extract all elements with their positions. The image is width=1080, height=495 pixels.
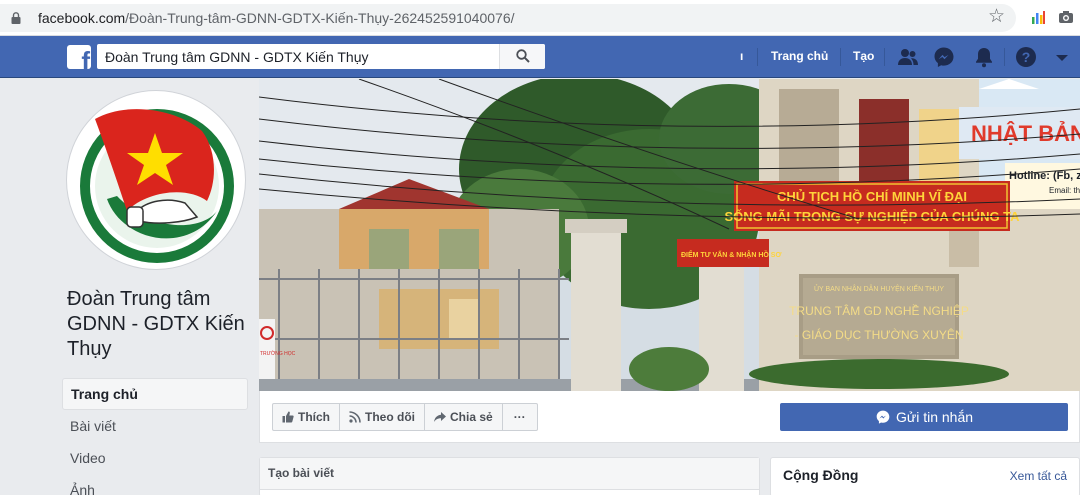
- extension-chart-icon[interactable]: [1030, 9, 1046, 25]
- facebook-logo-icon[interactable]: f: [67, 45, 91, 69]
- page-title[interactable]: Đoàn Trung tâm GDNN - GDTX Kiến Thụy: [67, 287, 257, 362]
- more-dots-icon: ···: [513, 410, 526, 424]
- more-options-button[interactable]: ···: [503, 404, 537, 430]
- thumbs-up-icon: [282, 411, 294, 423]
- shop-email-text: Email: th: [1049, 186, 1080, 195]
- address-bar[interactable]: facebook.com/Đoàn-Trung-tâm-GDNN-GDTX-Ki…: [0, 4, 1016, 32]
- svg-text:?: ?: [1022, 49, 1031, 65]
- nav-item-videos[interactable]: Video: [62, 442, 248, 474]
- banner-line1: CHỦ TỊCH HỒ CHÍ MINH VĨ ĐẠI: [777, 189, 967, 204]
- share-label: Chia sẻ: [450, 410, 493, 424]
- nav-divider: [884, 48, 885, 66]
- messenger-icon: [876, 410, 890, 424]
- help-icon[interactable]: ?: [1014, 45, 1038, 69]
- account-menu-icon[interactable]: [1050, 45, 1074, 69]
- friends-icon[interactable]: [896, 45, 920, 69]
- search-box: [97, 44, 545, 69]
- see-all-link[interactable]: Xem tất cả: [1010, 469, 1067, 483]
- send-message-label: Gửi tin nhắn: [895, 409, 974, 425]
- create-link[interactable]: Tạo: [853, 49, 874, 63]
- messenger-icon[interactable]: [932, 45, 956, 69]
- page-button-group: Thích Theo dõi Chia sẻ ···: [272, 403, 538, 431]
- browser-toolbar: facebook.com/Đoàn-Trung-tâm-GDNN-GDTX-Ki…: [0, 0, 1080, 36]
- community-card: Cộng Đồng Xem tất cả: [770, 457, 1080, 495]
- profile-link[interactable]: ı: [740, 49, 743, 63]
- cover-scene: TRƯỜNG HỌC NHẬT BẢN Hotline: (Fb, za Ema…: [259, 79, 1080, 391]
- rss-follow-icon: [349, 411, 361, 423]
- search-input[interactable]: [97, 44, 497, 69]
- create-post-title: Tạo bài viết: [260, 458, 759, 490]
- page-left-nav: Trang chủ Bài viết Video Ảnh: [62, 378, 248, 495]
- like-button[interactable]: Thích: [273, 404, 340, 430]
- share-button[interactable]: Chia sẻ: [425, 404, 503, 430]
- shop-sign-text: NHẬT BẢN: [971, 121, 1080, 146]
- share-arrow-icon: [434, 412, 446, 422]
- follow-button[interactable]: Theo dõi: [340, 404, 425, 430]
- create-post-card[interactable]: Tạo bài viết: [259, 457, 760, 495]
- nav-item-posts[interactable]: Bài viết: [62, 410, 248, 442]
- send-message-button[interactable]: Gửi tin nhắn: [780, 403, 1068, 431]
- gate-sign-line1: TRUNG TÂM GD NGHỀ NGHIỆP: [789, 303, 969, 318]
- search-icon: [516, 49, 530, 63]
- notifications-icon[interactable]: [972, 45, 996, 69]
- camera-icon[interactable]: [1058, 9, 1074, 25]
- nav-divider: [1004, 48, 1005, 66]
- page-action-bar: Thích Theo dõi Chia sẻ ··· Gửi tin nhắn: [259, 391, 1080, 443]
- nav-divider: [840, 48, 841, 66]
- bookmark-star-icon[interactable]: ☆: [988, 6, 1005, 28]
- home-link[interactable]: Trang chủ: [771, 49, 828, 63]
- like-label: Thích: [298, 410, 330, 424]
- nav-item-photos[interactable]: Ảnh: [62, 474, 248, 495]
- gate-sign-line2: - GIÁO DỤC THƯỜNG XUYÊN: [795, 327, 964, 342]
- community-title: Cộng Đồng: [783, 467, 859, 483]
- nav-item-home[interactable]: Trang chủ: [62, 378, 248, 410]
- search-button[interactable]: [499, 44, 545, 69]
- doan-thanh-nien-logo-icon: [79, 108, 235, 264]
- lock-icon: [11, 12, 21, 24]
- facebook-topbar: f ı Trang chủ Tạo ?: [0, 36, 1080, 78]
- follow-label: Theo dõi: [365, 410, 415, 424]
- side-sign-text: TRƯỜNG HỌC: [260, 350, 296, 357]
- page-avatar[interactable]: [66, 90, 246, 270]
- url-text: facebook.com/Đoàn-Trung-tâm-GDNN-GDTX-Ki…: [38, 10, 515, 26]
- nav-divider: [757, 48, 758, 66]
- cover-photo[interactable]: TRƯỜNG HỌC NHẬT BẢN Hotline: (Fb, za Ema…: [259, 79, 1080, 391]
